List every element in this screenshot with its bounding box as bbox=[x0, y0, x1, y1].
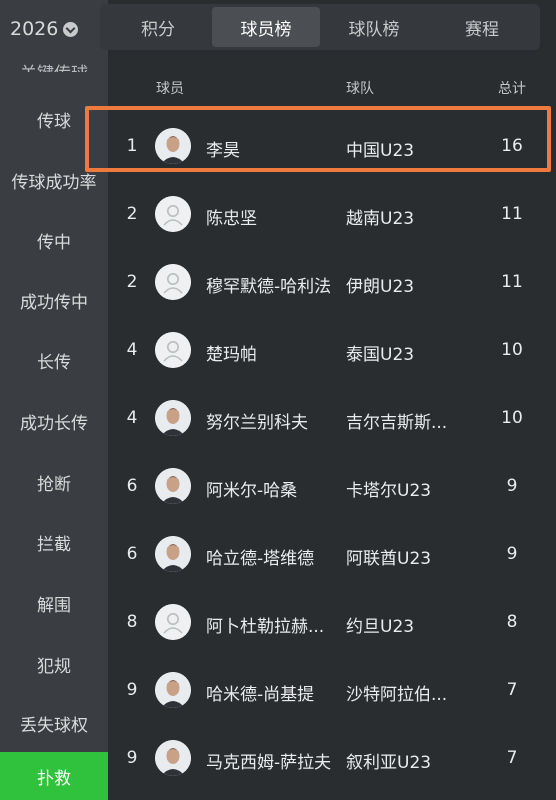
total-value: 9 bbox=[506, 544, 518, 564]
rank: 9 bbox=[126, 748, 138, 768]
total-value: 10 bbox=[501, 408, 523, 428]
sidebar-item-foul[interactable]: 犯规 bbox=[0, 633, 108, 695]
avatar bbox=[155, 740, 191, 776]
sidebar-item-possession-lost[interactable]: 丢失球权 bbox=[0, 692, 108, 754]
tab-team-rankings[interactable]: 球队榜 bbox=[320, 7, 428, 47]
rank: 4 bbox=[126, 408, 138, 428]
team-name: 卡塔尔U23 bbox=[346, 481, 432, 501]
total-value: 7 bbox=[506, 680, 518, 700]
header-player: 球员 bbox=[156, 81, 184, 97]
tab-standings[interactable]: 积分 bbox=[104, 7, 212, 47]
avatar bbox=[155, 400, 191, 436]
chevron-down-icon bbox=[63, 21, 79, 37]
total-value: 11 bbox=[501, 272, 523, 292]
rank: 4 bbox=[126, 340, 138, 360]
player-name: 哈米德-尚基提 bbox=[206, 685, 315, 705]
rank: 6 bbox=[126, 544, 138, 564]
table-row[interactable]: 4 努尔兰别科夫 吉尔吉斯斯... 10 bbox=[108, 384, 556, 452]
team-name: 伊朗U23 bbox=[346, 277, 415, 297]
rank: 8 bbox=[126, 612, 138, 632]
tab-player-rankings[interactable]: 球员榜 bbox=[212, 7, 320, 47]
player-name: 哈立德-塔维德 bbox=[206, 549, 315, 569]
sidebar-item-cross[interactable]: 传中 bbox=[0, 209, 108, 271]
team-name: 吉尔吉斯斯... bbox=[346, 413, 448, 433]
avatar bbox=[155, 536, 191, 572]
header-total: 总计 bbox=[498, 81, 526, 97]
team-name: 约旦U23 bbox=[346, 617, 415, 637]
player-name: 努尔兰别科夫 bbox=[206, 413, 308, 433]
avatar bbox=[155, 332, 191, 368]
player-name: 穆罕默德-哈利法 bbox=[206, 277, 332, 297]
season-selector[interactable]: 2026 bbox=[10, 14, 79, 44]
total-value: 10 bbox=[501, 340, 523, 360]
total-value: 8 bbox=[506, 612, 518, 632]
team-name: 阿联酋U23 bbox=[346, 549, 432, 569]
player-name: 楚玛帕 bbox=[206, 345, 257, 365]
team-name: 越南U23 bbox=[346, 209, 415, 229]
tab-schedule[interactable]: 赛程 bbox=[428, 7, 536, 47]
team-name: 沙特阿拉伯... bbox=[346, 685, 448, 705]
rank: 2 bbox=[126, 272, 138, 292]
header-team: 球队 bbox=[346, 81, 374, 97]
highlight-box bbox=[85, 106, 551, 172]
avatar bbox=[155, 604, 191, 640]
sidebar-item-tackle[interactable]: 抢断 bbox=[0, 451, 108, 513]
table-row[interactable]: 9 马克西姆-萨拉夫 叙利亚U23 7 bbox=[108, 724, 556, 792]
player-name: 陈忠坚 bbox=[206, 209, 257, 229]
sidebar-item-successful-cross[interactable]: 成功传中 bbox=[0, 269, 108, 331]
tab-bar: 积分 球员榜 球队榜 赛程 bbox=[100, 4, 540, 50]
sidebar-item-long-ball[interactable]: 长传 bbox=[0, 329, 108, 391]
sidebar-item-successful-long-ball[interactable]: 成功长传 bbox=[0, 390, 108, 452]
table-row[interactable]: 9 哈米德-尚基提 沙特阿拉伯... 7 bbox=[108, 656, 556, 724]
sidebar-item-saves[interactable]: 扑救 bbox=[0, 752, 108, 800]
table-row[interactable]: 4 楚玛帕 泰国U23 10 bbox=[108, 316, 556, 384]
total-value: 9 bbox=[506, 476, 518, 496]
sidebar-item-key-pass[interactable]: 关键传球 bbox=[0, 44, 108, 72]
sidebar-item-clearance[interactable]: 解围 bbox=[0, 572, 108, 634]
table-row[interactable]: 6 哈立德-塔维德 阿联酋U23 9 bbox=[108, 520, 556, 588]
table-row[interactable]: 2 穆罕默德-哈利法 伊朗U23 11 bbox=[108, 248, 556, 316]
total-value: 7 bbox=[506, 748, 518, 768]
total-value: 11 bbox=[501, 204, 523, 224]
table-header: 球员 球队 总计 bbox=[108, 78, 556, 100]
table-row[interactable]: 6 阿米尔-哈桑 卡塔尔U23 9 bbox=[108, 452, 556, 520]
team-name: 叙利亚U23 bbox=[346, 753, 432, 773]
table-row[interactable]: 8 阿卜杜勒拉赫... 约旦U23 8 bbox=[108, 588, 556, 656]
player-name: 阿米尔-哈桑 bbox=[206, 481, 298, 501]
sidebar-item-interception[interactable]: 拦截 bbox=[0, 511, 108, 573]
rank: 2 bbox=[126, 204, 138, 224]
season-label: 2026 bbox=[10, 18, 59, 40]
team-name: 泰国U23 bbox=[346, 345, 415, 365]
rank: 9 bbox=[126, 680, 138, 700]
player-name: 阿卜杜勒拉赫... bbox=[206, 617, 325, 637]
table-row[interactable]: 2 陈忠坚 越南U23 11 bbox=[108, 180, 556, 248]
player-name: 马克西姆-萨拉夫 bbox=[206, 753, 332, 773]
avatar bbox=[155, 264, 191, 300]
avatar bbox=[155, 672, 191, 708]
rank: 6 bbox=[126, 476, 138, 496]
avatar bbox=[155, 196, 191, 232]
avatar bbox=[155, 468, 191, 504]
